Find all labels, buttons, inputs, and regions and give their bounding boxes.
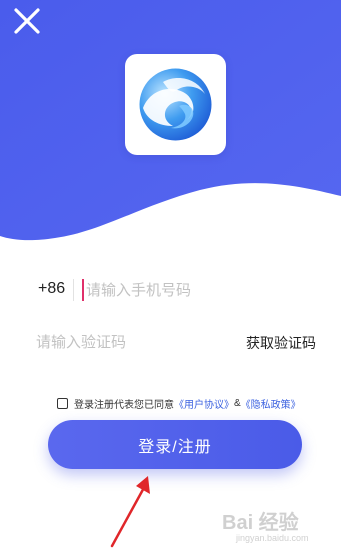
agreement-checkbox[interactable] — [57, 397, 68, 409]
verification-code-input[interactable] — [36, 328, 216, 356]
agreement-ampersand: & — [234, 397, 241, 409]
swirl-logo-icon — [139, 68, 212, 141]
divider — [73, 279, 74, 301]
privacy-policy-link[interactable]: 《隐私政策》 — [241, 396, 301, 411]
agreement-text: 登录注册代表您已同意 — [74, 399, 174, 411]
user-agreement-link[interactable]: 《用户协议》 — [174, 396, 234, 411]
watermark-url: jingyan.baidu.com — [236, 533, 309, 543]
annotation-arrow-icon — [110, 476, 150, 548]
app-logo-card — [125, 54, 226, 155]
phone-number-input[interactable] — [86, 276, 316, 304]
watermark: Bai 经验 — [222, 512, 299, 534]
agreement-row: 登录注册代表您已同意 《用户协议》 & 《隐私政策》 — [57, 395, 301, 411]
phone-row: +86 — [0, 270, 341, 310]
get-code-button[interactable]: 获取验证码 — [246, 333, 316, 353]
country-code-selector[interactable]: +86 — [38, 280, 65, 298]
verification-code-row: 获取验证码 — [0, 322, 341, 362]
close-icon — [14, 8, 40, 34]
text-caret — [82, 279, 84, 301]
login-register-button[interactable]: 登录/注册 — [48, 420, 302, 469]
close-button[interactable] — [12, 6, 42, 36]
